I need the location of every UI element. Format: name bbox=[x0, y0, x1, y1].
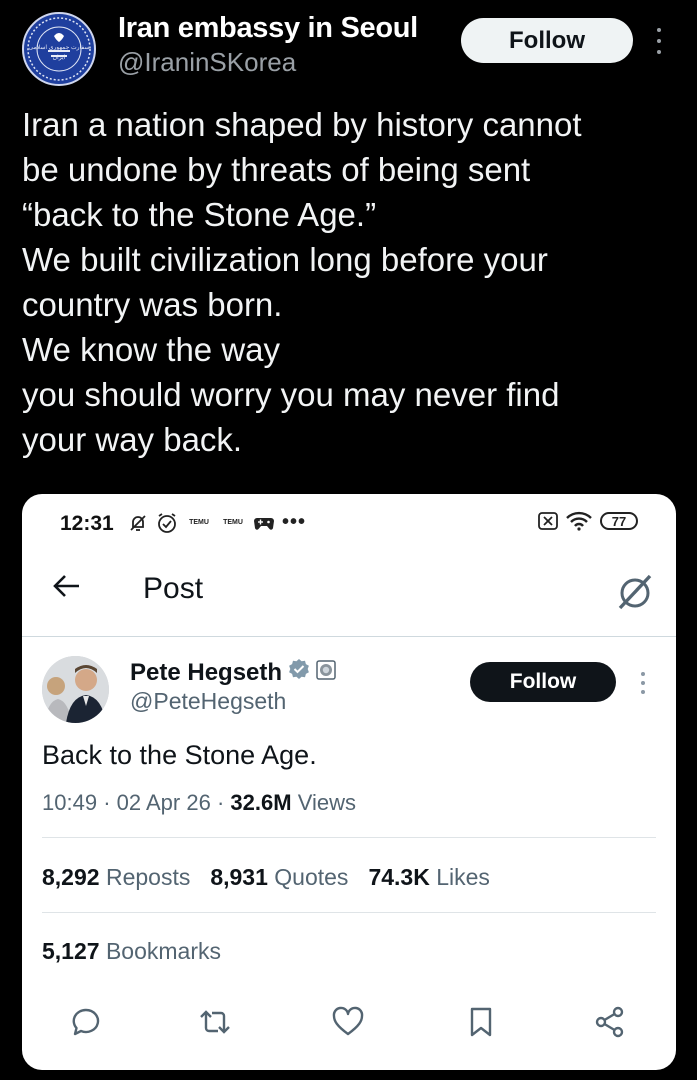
government-affiliation-icon bbox=[316, 659, 336, 687]
outer-author-handle[interactable]: @IraninSKorea bbox=[118, 47, 296, 78]
verified-badge-icon bbox=[288, 658, 310, 687]
divider bbox=[42, 837, 656, 838]
tweet-line: country was born. bbox=[22, 286, 283, 323]
alarm-icon bbox=[156, 512, 178, 534]
reposts-count: 8,292 bbox=[42, 864, 100, 890]
status-more-icon: ••• bbox=[282, 511, 307, 533]
temu-app-icon: TEMU bbox=[223, 519, 243, 526]
reposts-label: Reposts bbox=[105, 864, 191, 890]
meta-separator: · bbox=[103, 790, 111, 815]
outer-more-icon[interactable] bbox=[650, 28, 668, 54]
status-system-icons: 77 bbox=[538, 511, 638, 531]
post-header: Post bbox=[22, 552, 676, 637]
action-bar bbox=[22, 1006, 676, 1046]
bookmarks-stat[interactable]: 5,127 Bookmarks bbox=[42, 938, 221, 965]
likes-label: Likes bbox=[436, 864, 490, 890]
hegseth-handle[interactable]: @PeteHegseth bbox=[130, 688, 286, 715]
outer-author-name[interactable]: Iran embassy in Seoul bbox=[118, 12, 418, 45]
status-time: 12:31 bbox=[60, 512, 114, 535]
post-meta: 10:49 · 02 Apr 26 · 32.6M Views bbox=[42, 790, 356, 816]
repost-icon[interactable] bbox=[198, 1006, 232, 1043]
hegseth-avatar[interactable] bbox=[42, 656, 109, 723]
temu-app-icon: TEMU bbox=[189, 519, 209, 526]
back-arrow-icon[interactable] bbox=[52, 574, 82, 603]
outer-tweet-header: سفارت جمهوری اسلامی ایران Iran embassy i… bbox=[0, 0, 697, 95]
grok-icon[interactable] bbox=[616, 572, 654, 617]
views-count: 32.6M bbox=[230, 790, 292, 815]
likes-stat[interactable]: 74.3K Likes bbox=[368, 864, 489, 891]
views-label: Views bbox=[297, 790, 356, 815]
tweet-line: We built civilization long before your bbox=[22, 241, 548, 278]
gamepad-icon bbox=[254, 516, 274, 530]
hegseth-name[interactable]: Pete Hegseth bbox=[130, 658, 336, 687]
embassy-avatar[interactable]: سفارت جمهوری اسلامی ایران bbox=[22, 12, 96, 86]
embedded-post-text: Back to the Stone Age. bbox=[42, 740, 317, 770]
tweet-line: be undone by threats of being sent bbox=[22, 151, 531, 188]
outer-tweet-text: Iran a nation shaped by history cannot b… bbox=[22, 102, 682, 462]
tweet-line: Iran a nation shaped by history cannot bbox=[22, 106, 582, 143]
post-time[interactable]: 10:49 bbox=[42, 790, 97, 815]
quotes-label: Quotes bbox=[274, 864, 349, 890]
meta-separator: · bbox=[216, 790, 225, 815]
tweet-line: your way back. bbox=[22, 421, 243, 458]
quotes-count: 8,931 bbox=[210, 864, 268, 890]
like-heart-icon[interactable] bbox=[331, 1006, 365, 1043]
inner-follow-button[interactable]: Follow bbox=[470, 662, 616, 702]
bookmarks-label: Bookmarks bbox=[105, 938, 221, 964]
divider bbox=[42, 912, 656, 913]
outer-follow-button[interactable]: Follow bbox=[461, 18, 633, 63]
reposts-stat[interactable]: 8,292 Reposts bbox=[42, 864, 190, 891]
phone-status-bar: 12:31 TEMU TEMU ••• 77 bbox=[22, 494, 676, 552]
sim-off-icon bbox=[538, 512, 558, 530]
share-icon[interactable] bbox=[594, 1006, 626, 1043]
embassy-seal-text: سفارت جمهوری اسلامی ایران bbox=[28, 45, 90, 61]
tweet-line: “back to the Stone Age.” bbox=[22, 196, 377, 233]
tweet-line: We know the way bbox=[22, 331, 281, 368]
page-title: Post bbox=[143, 572, 204, 605]
tweet-line: you should worry you may never find bbox=[22, 376, 560, 413]
embedded-screenshot[interactable]: 12:31 TEMU TEMU ••• 77 Post Pete Hegseth… bbox=[22, 494, 676, 1070]
likes-count: 74.3K bbox=[368, 864, 430, 890]
bell-off-icon bbox=[128, 513, 148, 533]
post-date[interactable]: 02 Apr 26 bbox=[117, 790, 211, 815]
status-notification-icons: TEMU TEMU ••• bbox=[128, 511, 306, 534]
inner-more-icon[interactable] bbox=[640, 672, 646, 694]
wifi-icon bbox=[566, 511, 592, 531]
author-name-text: Pete Hegseth bbox=[130, 658, 283, 686]
reply-icon[interactable] bbox=[70, 1006, 102, 1043]
engagement-stats: 8,292 Reposts 8,931 Quotes 74.3K Likes bbox=[42, 864, 490, 891]
bookmarks-count: 5,127 bbox=[42, 938, 100, 964]
bookmark-icon[interactable] bbox=[467, 1006, 495, 1043]
battery-indicator: 77 bbox=[600, 512, 638, 530]
quotes-stat[interactable]: 8,931 Quotes bbox=[210, 864, 348, 891]
